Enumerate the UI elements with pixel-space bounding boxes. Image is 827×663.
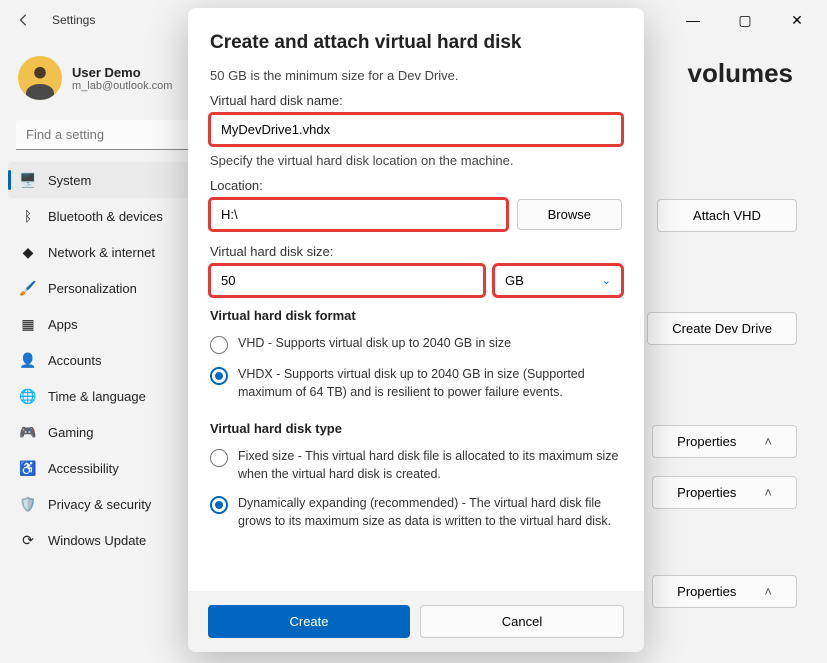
nav-label: Windows Update bbox=[48, 533, 146, 548]
nav-icon: ⟳ bbox=[20, 532, 36, 548]
nav-label: Personalization bbox=[48, 281, 137, 296]
dialog-title: Create and attach virtual hard disk bbox=[210, 32, 622, 54]
location-label: Location: bbox=[210, 178, 622, 193]
radio-icon bbox=[210, 336, 228, 354]
type-option-1[interactable]: Dynamically expanding (recommended) - Th… bbox=[210, 491, 622, 538]
nav-label: Network & internet bbox=[48, 245, 155, 260]
chevron-up-icon: ˄ bbox=[764, 584, 772, 599]
type-section-label: Virtual hard disk type bbox=[210, 421, 622, 436]
chevron-down-icon: ⌄ bbox=[602, 274, 611, 287]
cancel-button[interactable]: Cancel bbox=[420, 605, 624, 638]
nav-label: System bbox=[48, 173, 91, 188]
create-button[interactable]: Create bbox=[208, 605, 410, 638]
nav-icon: 👤 bbox=[20, 352, 36, 368]
nav-icon: 🎮 bbox=[20, 424, 36, 440]
avatar bbox=[18, 56, 62, 100]
nav-icon: ᛒ bbox=[20, 208, 36, 224]
nav-icon: ♿ bbox=[20, 460, 36, 476]
nav-label: Accounts bbox=[48, 353, 101, 368]
location-hint: Specify the virtual hard disk location o… bbox=[210, 153, 622, 168]
profile-name: User Demo bbox=[72, 65, 172, 80]
chevron-up-icon: ˄ bbox=[764, 485, 772, 500]
nav-icon: 🛡️ bbox=[20, 496, 36, 512]
maximize-button[interactable]: ▢ bbox=[723, 5, 767, 35]
properties-button-3[interactable]: Properties ˄ bbox=[652, 575, 797, 608]
nav-label: Bluetooth & devices bbox=[48, 209, 163, 224]
nav-label: Gaming bbox=[48, 425, 94, 440]
format-option-1[interactable]: VHDX - Supports virtual disk up to 2040 … bbox=[210, 362, 622, 409]
properties-button-1[interactable]: Properties ˄ bbox=[652, 425, 797, 458]
size-input[interactable] bbox=[210, 265, 484, 296]
nav-icon: ▦ bbox=[20, 316, 36, 332]
nav-label: Accessibility bbox=[48, 461, 119, 476]
chevron-up-icon: ˄ bbox=[764, 434, 772, 449]
profile-email: m_lab@outlook.com bbox=[72, 80, 172, 92]
attach-vhd-button[interactable]: Attach VHD bbox=[657, 199, 797, 232]
back-button[interactable] bbox=[8, 4, 40, 36]
create-dev-drive-button[interactable]: Create Dev Drive bbox=[647, 312, 797, 345]
type-option-0[interactable]: Fixed size - This virtual hard disk file… bbox=[210, 444, 622, 491]
radio-icon bbox=[210, 496, 228, 514]
radio-icon bbox=[210, 449, 228, 467]
create-vhd-dialog: Create and attach virtual hard disk 50 G… bbox=[188, 8, 644, 652]
nav-label: Apps bbox=[48, 317, 78, 332]
nav-icon: 🖌️ bbox=[20, 280, 36, 296]
radio-label: VHDX - Supports virtual disk up to 2040 … bbox=[238, 366, 622, 401]
nav-icon: 🖥️ bbox=[20, 172, 36, 188]
radio-label: VHD - Supports virtual disk up to 2040 G… bbox=[238, 335, 511, 354]
radio-icon bbox=[210, 367, 228, 385]
radio-label: Dynamically expanding (recommended) - Th… bbox=[238, 495, 622, 530]
format-section-label: Virtual hard disk format bbox=[210, 308, 622, 323]
nav-label: Time & language bbox=[48, 389, 146, 404]
browse-button[interactable]: Browse bbox=[517, 199, 622, 230]
format-option-0[interactable]: VHD - Supports virtual disk up to 2040 G… bbox=[210, 331, 622, 362]
radio-label: Fixed size - This virtual hard disk file… bbox=[238, 448, 622, 483]
vhd-name-label: Virtual hard disk name: bbox=[210, 93, 622, 108]
dialog-hint: 50 GB is the minimum size for a Dev Driv… bbox=[210, 68, 622, 83]
properties-button-2[interactable]: Properties ˄ bbox=[652, 476, 797, 509]
nav-icon: 🌐 bbox=[20, 388, 36, 404]
size-label: Virtual hard disk size: bbox=[210, 244, 622, 259]
close-button[interactable]: ✕ bbox=[775, 5, 819, 35]
nav-label: Privacy & security bbox=[48, 497, 151, 512]
size-unit-select[interactable]: GB ⌄ bbox=[494, 265, 622, 296]
dialog-footer: Create Cancel bbox=[188, 591, 644, 652]
location-input[interactable] bbox=[210, 199, 507, 230]
nav-icon: ◆ bbox=[20, 244, 36, 260]
window-title: Settings bbox=[52, 13, 95, 27]
vhd-name-input[interactable] bbox=[210, 114, 622, 145]
minimize-button[interactable]: — bbox=[671, 5, 715, 35]
